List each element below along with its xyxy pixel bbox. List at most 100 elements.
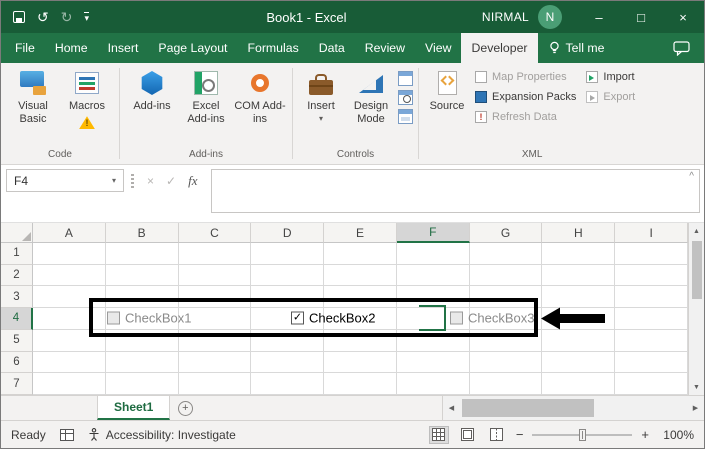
select-all-corner[interactable]: [1, 223, 33, 243]
cell-B6[interactable]: [106, 352, 179, 374]
checkbox-1[interactable]: CheckBox1: [107, 310, 191, 325]
cell-E6[interactable]: [324, 352, 397, 374]
undo-icon[interactable]: ↺: [37, 10, 49, 24]
scroll-right-icon[interactable]: ▶: [687, 404, 704, 412]
tell-me-box[interactable]: Tell me: [538, 33, 615, 63]
record-macro-icon[interactable]: [60, 429, 74, 441]
cell-F7[interactable]: [397, 373, 470, 395]
zoom-slider[interactable]: [532, 428, 632, 442]
map-properties-button[interactable]: Map Properties: [470, 67, 572, 87]
scroll-down-icon[interactable]: ▼: [689, 379, 704, 395]
tab-insert[interactable]: Insert: [98, 33, 149, 63]
macro-security-warning-icon[interactable]: !: [79, 116, 95, 129]
excel-addins-button[interactable]: Excel Add-ins: [179, 67, 233, 126]
cell-H6[interactable]: [542, 352, 615, 374]
vertical-scrollbar[interactable]: ▲ ▼: [688, 223, 704, 395]
cell-I5[interactable]: [615, 330, 688, 352]
import-button[interactable]: Import: [581, 67, 639, 87]
cell-I3[interactable]: [615, 286, 688, 308]
maximize-button[interactable]: □: [620, 1, 662, 33]
insert-control-button[interactable]: Insert ▾: [298, 67, 344, 124]
cancel-icon[interactable]: ×: [147, 174, 154, 188]
cell-H3[interactable]: [542, 286, 615, 308]
cell-I7[interactable]: [615, 373, 688, 395]
addins-button[interactable]: Add-ins: [125, 67, 179, 113]
cell-F2[interactable]: [397, 265, 470, 287]
zoom-slider-thumb[interactable]: [579, 429, 586, 441]
normal-view-icon[interactable]: [429, 426, 449, 444]
cell-D1[interactable]: [251, 243, 324, 265]
cell-G7[interactable]: [470, 373, 543, 395]
cell-G1[interactable]: [470, 243, 543, 265]
checkbox-3-box[interactable]: [450, 311, 463, 324]
sheet-tab-sheet1[interactable]: Sheet1: [97, 396, 170, 420]
cell-A1[interactable]: [33, 243, 106, 265]
tab-formulas[interactable]: Formulas: [237, 33, 308, 63]
avatar[interactable]: N: [538, 5, 562, 29]
visual-basic-button[interactable]: Visual Basic: [6, 67, 60, 126]
insert-function-icon[interactable]: fx: [188, 173, 197, 189]
column-header-I[interactable]: I: [615, 223, 688, 243]
new-sheet-button[interactable]: +: [170, 396, 200, 420]
column-header-D[interactable]: D: [251, 223, 324, 243]
properties-icon[interactable]: [398, 71, 413, 86]
tab-home[interactable]: Home: [45, 33, 98, 63]
cell-E1[interactable]: [324, 243, 397, 265]
formula-input[interactable]: ^: [211, 169, 700, 213]
redo-icon[interactable]: ↻: [61, 10, 73, 24]
cell-A2[interactable]: [33, 265, 106, 287]
tab-developer[interactable]: Developer: [461, 33, 537, 63]
scroll-left-icon[interactable]: ◀: [443, 404, 460, 412]
row-header-1[interactable]: 1: [1, 243, 33, 265]
user-name[interactable]: NIRMAL: [482, 10, 529, 24]
zoom-in-icon[interactable]: +: [641, 427, 649, 442]
cell-F6[interactable]: [397, 352, 470, 374]
column-header-H[interactable]: H: [542, 223, 615, 243]
page-layout-view-icon[interactable]: [458, 426, 478, 444]
cell-A6[interactable]: [33, 352, 106, 374]
column-header-E[interactable]: E: [324, 223, 397, 243]
vertical-scroll-thumb[interactable]: [692, 241, 702, 299]
customize-qat-icon[interactable]: ▾: [84, 12, 89, 23]
tab-data[interactable]: Data: [309, 33, 355, 63]
cell-H2[interactable]: [542, 265, 615, 287]
column-header-A[interactable]: A: [33, 223, 106, 243]
cell-C1[interactable]: [179, 243, 252, 265]
close-button[interactable]: ×: [662, 1, 704, 33]
tab-page-layout[interactable]: Page Layout: [148, 33, 237, 63]
column-header-C[interactable]: C: [179, 223, 252, 243]
name-box-dropdown-icon[interactable]: ▾: [105, 176, 123, 185]
expansion-packs-button[interactable]: Expansion Packs: [470, 87, 581, 107]
cell-E7[interactable]: [324, 373, 397, 395]
design-mode-button[interactable]: Design Mode: [344, 67, 398, 126]
cell-D7[interactable]: [251, 373, 324, 395]
cell-G2[interactable]: [470, 265, 543, 287]
checkbox-2[interactable]: ✓ CheckBox2: [291, 310, 375, 325]
save-icon[interactable]: [13, 11, 25, 23]
cell-H1[interactable]: [542, 243, 615, 265]
horizontal-scroll-thumb[interactable]: [462, 399, 594, 417]
cell-I6[interactable]: [615, 352, 688, 374]
macros-button[interactable]: Macros: [60, 67, 114, 113]
cell-B2[interactable]: [106, 265, 179, 287]
cell-H5[interactable]: [542, 330, 615, 352]
refresh-data-button[interactable]: ! Refresh Data: [470, 107, 562, 127]
formula-bar-expand-icon[interactable]: ^: [689, 171, 694, 182]
cell-C6[interactable]: [179, 352, 252, 374]
cell-B7[interactable]: [106, 373, 179, 395]
com-addins-button[interactable]: COM Add-ins: [233, 67, 287, 126]
checkbox-1-box[interactable]: [107, 311, 120, 324]
column-header-G[interactable]: G: [470, 223, 543, 243]
row-header-5[interactable]: 5: [1, 330, 33, 352]
row-header-7[interactable]: 7: [1, 373, 33, 395]
row-header-2[interactable]: 2: [1, 265, 33, 287]
checkbox-2-box[interactable]: ✓: [291, 311, 304, 324]
enter-icon[interactable]: ✓: [166, 174, 176, 188]
view-code-icon[interactable]: [398, 90, 413, 105]
cell-C2[interactable]: [179, 265, 252, 287]
source-button[interactable]: Source: [424, 67, 470, 113]
cell-F1[interactable]: [397, 243, 470, 265]
tab-review[interactable]: Review: [355, 33, 415, 63]
tab-file[interactable]: File: [5, 33, 45, 63]
minimize-button[interactable]: –: [578, 1, 620, 33]
